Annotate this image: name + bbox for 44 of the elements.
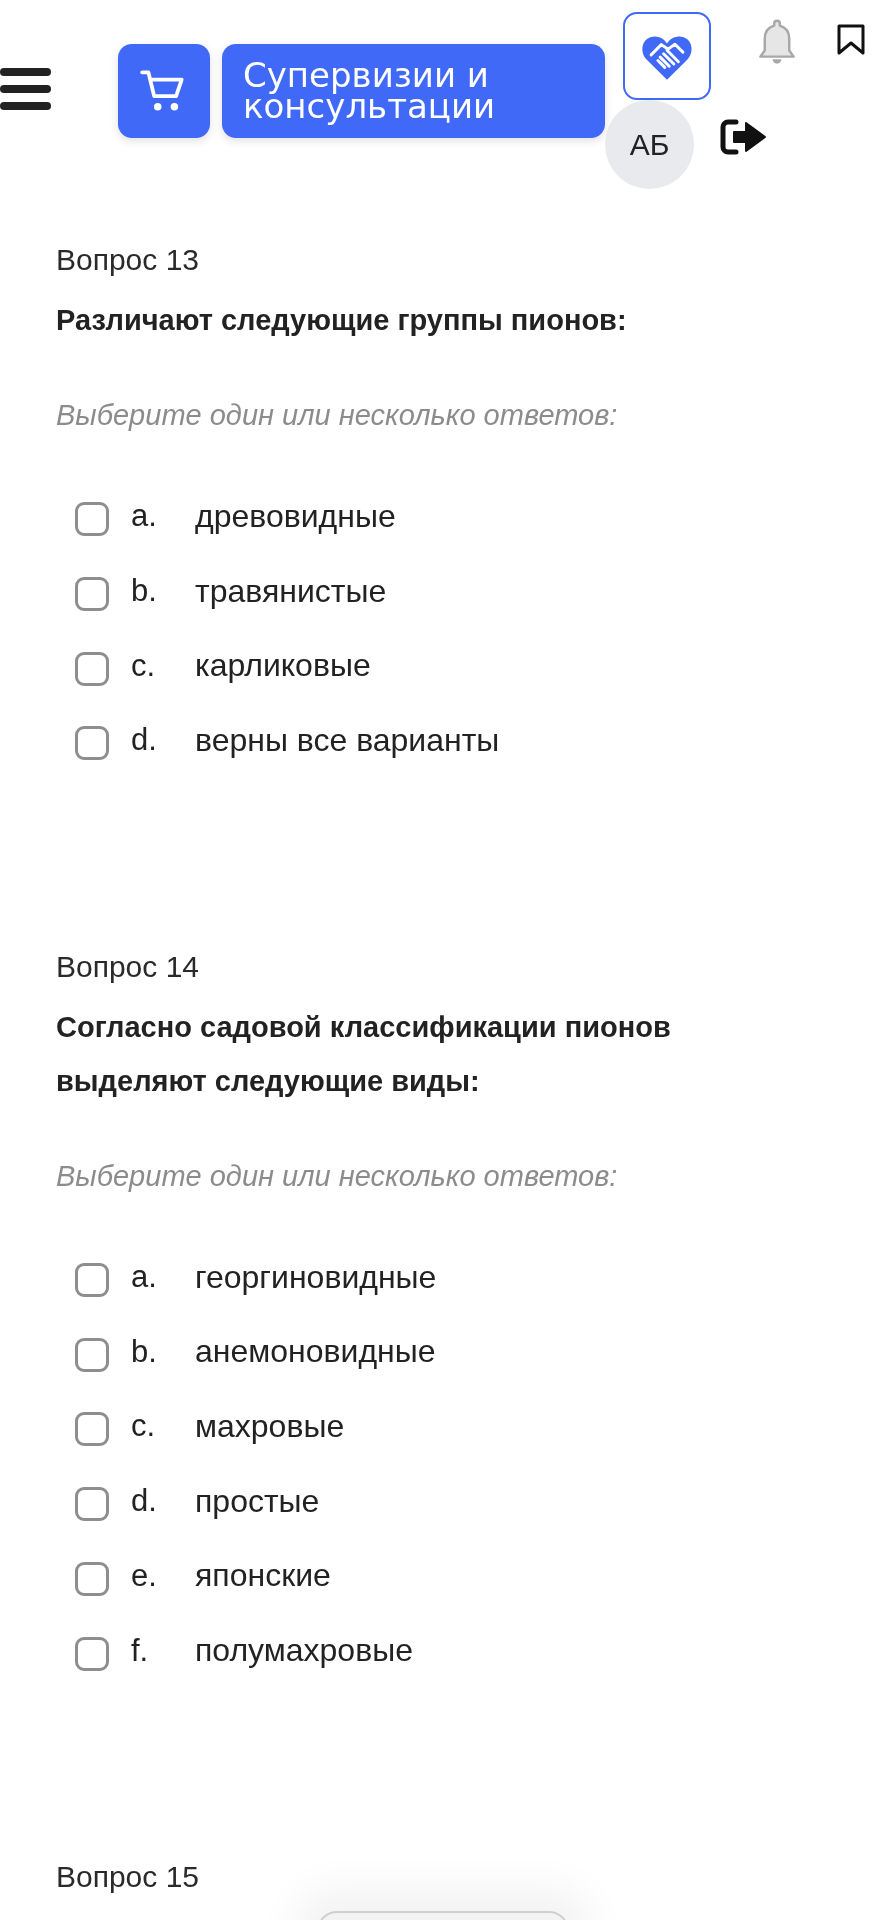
option-text[interactable]: японские (195, 1557, 331, 1595)
option-text[interactable]: древовидные (195, 497, 396, 535)
answer-hint: Выберите один или несколько ответов: (56, 1158, 619, 1194)
option-text[interactable]: георгиновидные (195, 1258, 437, 1296)
option-letter: f. (131, 1632, 150, 1669)
handshake-button[interactable] (623, 12, 711, 100)
checkbox[interactable] (75, 1412, 109, 1447)
checkbox[interactable] (75, 1561, 109, 1596)
avatar-button[interactable]: АБ (605, 100, 694, 189)
option-text[interactable]: травянистые (195, 572, 387, 610)
question-number: Вопрос 15 (56, 1858, 200, 1895)
menu-icon[interactable] (0, 68, 51, 110)
cart-button[interactable] (118, 44, 210, 138)
checkbox[interactable] (75, 651, 109, 686)
option-letter: a. (131, 1259, 158, 1296)
checkbox[interactable] (75, 577, 109, 612)
option-text[interactable]: простые (195, 1482, 320, 1520)
question-text: Согласно садовой классификации пионов выделяют следующие виды: (56, 1009, 672, 1099)
option-text[interactable]: полумахровые (195, 1632, 413, 1670)
option-text[interactable]: верны все варианты (195, 721, 500, 759)
question-number: Вопрос 14 (56, 948, 200, 985)
option-text[interactable]: анемоновидные (195, 1333, 436, 1371)
option-letter: e. (131, 1557, 158, 1594)
option-letter: d. (131, 722, 158, 759)
question-text: Различают следующие группы пионов: (56, 303, 628, 338)
option-text[interactable]: карликовые (195, 647, 371, 685)
title-button[interactable]: Супервизии и консультации (222, 44, 605, 138)
checkbox[interactable] (75, 1487, 109, 1522)
option-letter: b. (131, 573, 158, 610)
question-number: Вопрос 13 (56, 242, 200, 278)
checkbox[interactable] (75, 726, 109, 761)
checkbox[interactable] (75, 1636, 109, 1671)
option-letter: a. (131, 498, 158, 535)
answer-hint: Выберите один или несколько ответов: (56, 398, 619, 433)
option-letter: c. (131, 1408, 157, 1445)
checkbox[interactable] (75, 1263, 109, 1298)
option-letter: d. (131, 1483, 158, 1520)
option-text[interactable]: махровые (195, 1407, 345, 1445)
checkbox[interactable] (75, 502, 109, 537)
option-letter: c. (131, 647, 157, 684)
bookmark-icon[interactable] (837, 24, 865, 55)
checkbox[interactable] (75, 1337, 109, 1372)
logout-icon[interactable] (720, 118, 767, 156)
option-letter: b. (131, 1333, 158, 1370)
